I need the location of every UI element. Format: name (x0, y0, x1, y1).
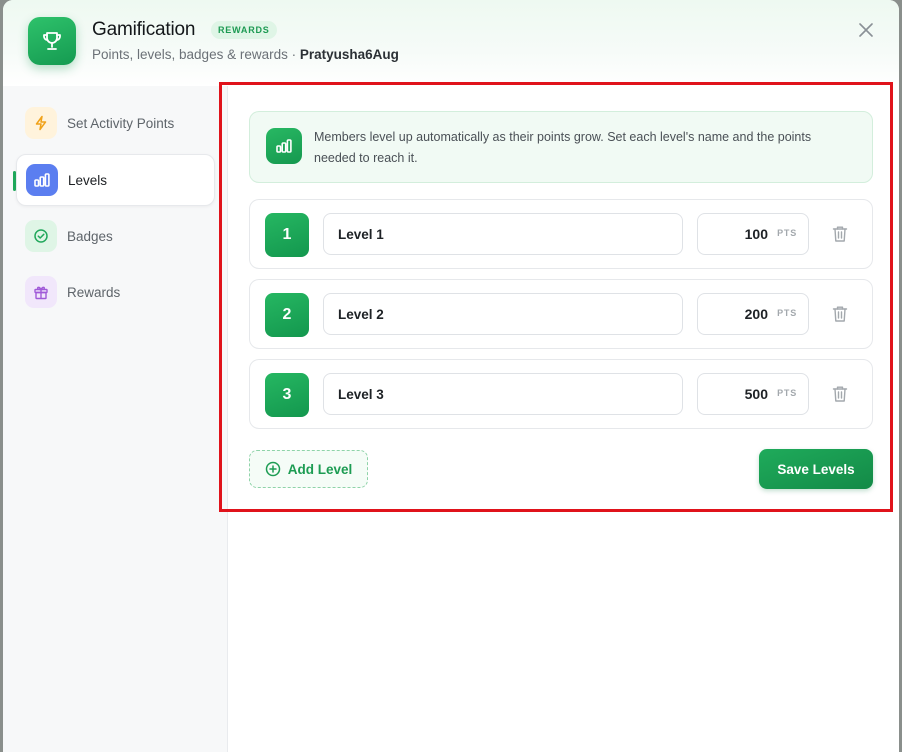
level-points-field[interactable]: PTS (697, 293, 809, 335)
sidebar-item-set-activity-points[interactable]: Set Activity Points (16, 97, 215, 149)
username: Pratyusha6Aug (299, 47, 399, 62)
subtitle-text: Points, levels, badges & rewards · (92, 47, 300, 62)
level-name-input[interactable] (323, 213, 683, 255)
lightning-icon (25, 107, 57, 139)
sidebar-item-rewards[interactable]: Rewards (16, 266, 215, 318)
info-banner: Members level up automatically as their … (249, 111, 873, 183)
trash-icon (832, 226, 848, 242)
gift-icon (25, 276, 57, 308)
trash-icon (832, 386, 848, 402)
level-number: 2 (265, 293, 309, 337)
add-level-button[interactable]: Add Level (249, 450, 368, 488)
level-points-input[interactable] (708, 214, 768, 254)
delete-level-button[interactable] (830, 383, 850, 405)
delete-level-button[interactable] (830, 303, 850, 325)
modal-header: Gamification REWARDS Points, levels, bad… (3, 0, 899, 86)
sidebar: Set Activity Points Levels Badges Reward… (3, 86, 228, 752)
close-button[interactable] (856, 20, 876, 40)
level-row: 3 PTS (249, 359, 873, 429)
level-name-input[interactable] (323, 373, 683, 415)
level-name-input[interactable] (323, 293, 683, 335)
sidebar-item-badges[interactable]: Badges (16, 210, 215, 262)
trophy-icon (28, 17, 76, 65)
active-indicator (13, 171, 16, 191)
add-level-label: Add Level (287, 461, 353, 477)
page-subtitle: Points, levels, badges & rewards · Praty… (92, 47, 399, 62)
bar-chart-icon (266, 128, 302, 164)
points-unit: PTS (777, 308, 797, 318)
level-row: 2 PTS (249, 279, 873, 349)
points-unit: PTS (777, 228, 797, 238)
rewards-badge: REWARDS (211, 21, 277, 39)
sidebar-item-label: Badges (67, 228, 113, 244)
sidebar-item-label: Set Activity Points (67, 115, 175, 131)
page-title: Gamification (92, 19, 196, 40)
sidebar-item-label: Rewards (67, 284, 121, 300)
sidebar-item-levels[interactable]: Levels (13, 154, 215, 206)
delete-level-button[interactable] (830, 223, 850, 245)
level-points-field[interactable]: PTS (697, 373, 809, 415)
info-text: Members level up automatically as their … (314, 130, 812, 165)
check-circle-icon (25, 220, 57, 252)
level-number: 1 (265, 213, 309, 257)
level-points-field[interactable]: PTS (697, 213, 809, 255)
plus-circle-icon (265, 461, 280, 477)
bar-chart-icon (26, 164, 58, 196)
points-unit: PTS (777, 388, 797, 398)
level-points-input[interactable] (708, 374, 768, 414)
level-points-input[interactable] (708, 294, 768, 334)
level-number: 3 (265, 373, 309, 417)
sidebar-item-label: Levels (68, 172, 108, 188)
trash-icon (832, 306, 848, 322)
level-row: 1 PTS (249, 199, 873, 269)
close-icon (859, 23, 873, 37)
save-levels-button[interactable]: Save Levels (759, 449, 873, 489)
